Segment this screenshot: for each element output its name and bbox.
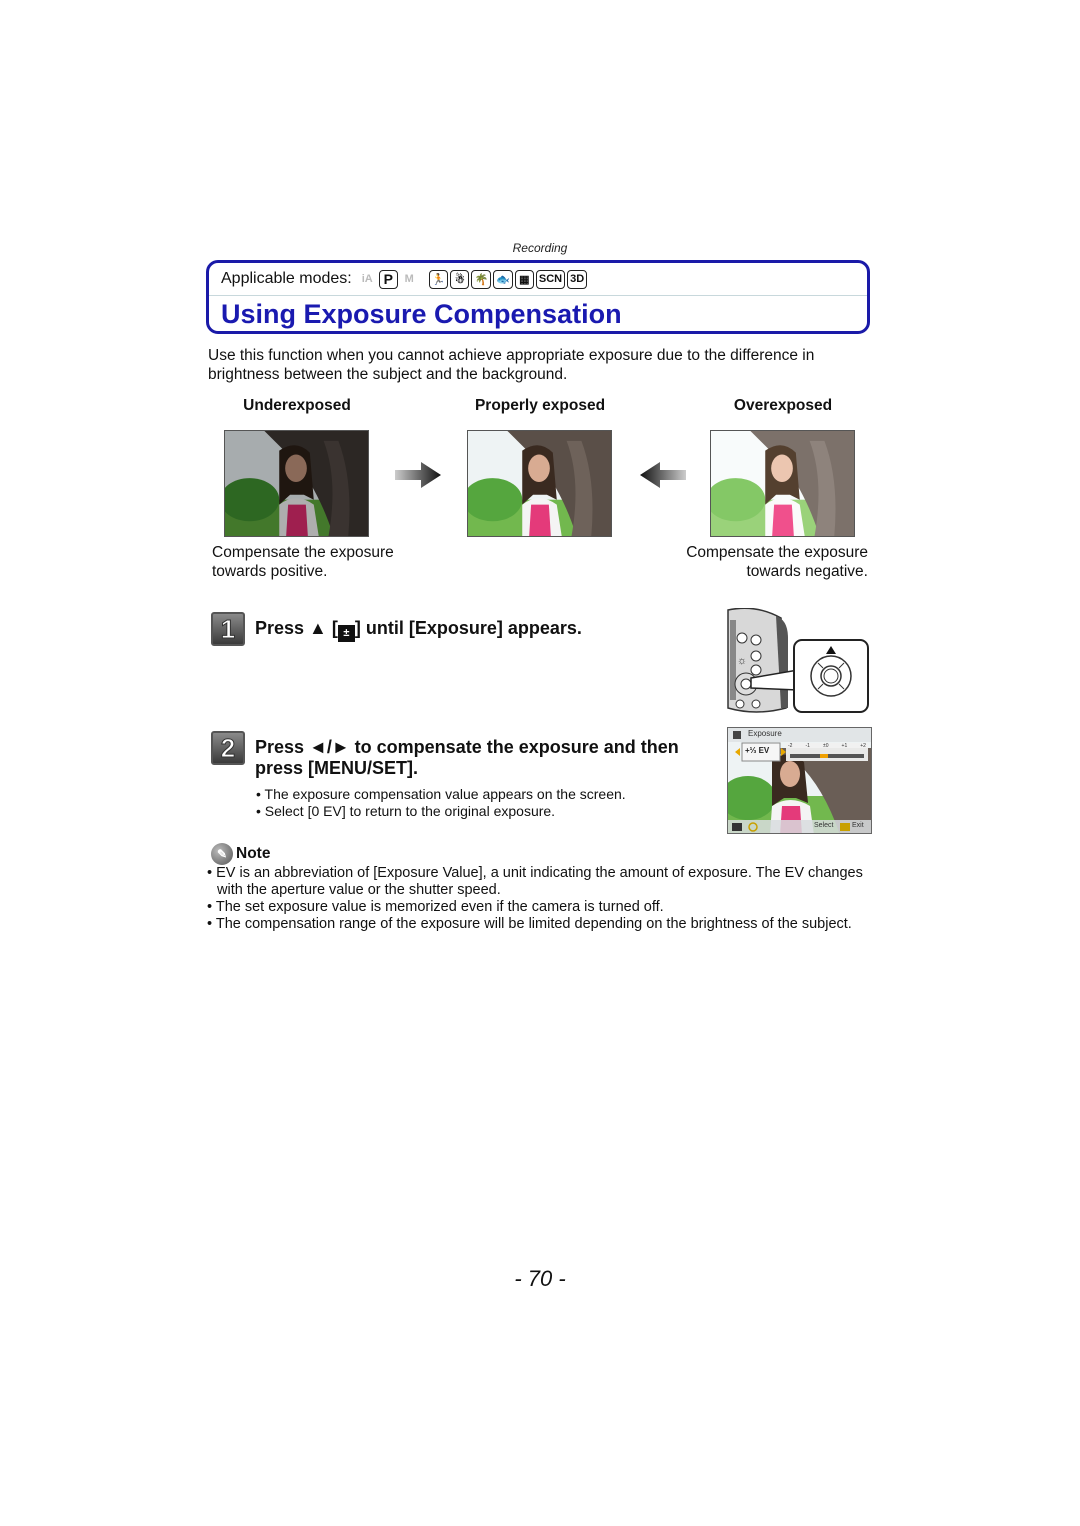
title-box: Applicable modes: iA P M 🏃 ☃ 🌴 🐟 ▦ SCN 3… [206,260,870,334]
mode-scene-icon: SCN [535,269,566,289]
heading-underexposed: Underexposed [243,397,351,414]
mode-motion-picture-icon: M [404,273,414,285]
photo-overexposed [710,430,855,537]
camera-cursor-button-illustration: ☼ [726,607,871,716]
caption-towards-positive: Compensate the exposure towards positive… [212,544,394,580]
heading-properly-exposed: Properly exposed [474,397,606,414]
svg-text:☼: ☼ [737,655,747,667]
step-2-bullet: • The exposure compensation value appear… [256,786,626,802]
arrow-right-icon [395,460,443,490]
caption-towards-negative: Compensate the exposure towards negative… [686,544,868,580]
portrait-photo-dark [225,431,368,536]
mode-underwater-icon: 🐟 [493,269,513,289]
lcd-scale-labels: -2 -1 ±0 +1 +2 [788,743,866,749]
arrow-left-icon [638,460,686,490]
heading-overexposed: Overexposed [733,397,833,414]
portrait-photo-bright [711,431,854,536]
note-item: • The set exposure value is memorized ev… [207,899,664,915]
mode-intelligent-auto-icon: iA [361,273,373,285]
note-heading: ✎ Note [211,843,270,865]
exposure-compensation-icon: ± [337,625,355,642]
step-1-badge: 1 [211,612,245,646]
applicable-modes-label: Applicable modes: [221,270,352,287]
note-list: • EV is an abbreviation of [Exposure Val… [207,865,867,933]
lcd-ev-value: +⅓ EV [745,746,770,755]
mode-beach-snorkeling-icon: 🌴 [471,269,492,289]
note-item: • The compensation range of the exposure… [207,916,852,932]
lcd-exit-label: Exit [852,822,864,829]
applicable-modes-row: Applicable modes: iA P M 🏃 ☃ 🌴 🐟 ▦ SCN 3… [209,263,867,296]
intro-paragraph: Use this function when you cannot achiev… [208,347,815,383]
mode-3d-icon: 3D [567,269,588,289]
page-title: Using Exposure Compensation [221,299,622,329]
lcd-exposure-screen: Exposure +⅓ EV -2 -1 ±0 +1 +2 Select Exi… [727,727,872,834]
step-2-bullets: • The exposure compensation value appear… [256,786,626,820]
portrait-photo-normal [468,431,611,536]
step-2-bullet: • Select [0 EV] to return to the origina… [256,803,556,819]
photo-underexposed [224,430,369,537]
mode-sports-icon: 🏃 [428,269,449,289]
pencil-note-icon: ✎ [211,843,233,865]
step-2-badge: 2 [211,731,245,765]
mode-snow-icon: ☃ [450,269,470,289]
page-number: - 70 - [514,1266,566,1291]
photo-properly-exposed [467,430,612,537]
step-2-text: Press ◄/► to compensate the exposure and… [255,737,679,778]
section-label: Recording [512,241,568,255]
step-1-text: Press ▲ [±] until [Exposure] appears. [255,618,582,642]
lcd-menu-title: Exposure [748,729,782,738]
note-item: • EV is an abbreviation of [Exposure Val… [207,865,863,898]
lcd-select-label: Select [814,822,834,829]
mode-program-icon: P [378,269,398,289]
mode-miniature-icon: ▦ [514,269,534,289]
